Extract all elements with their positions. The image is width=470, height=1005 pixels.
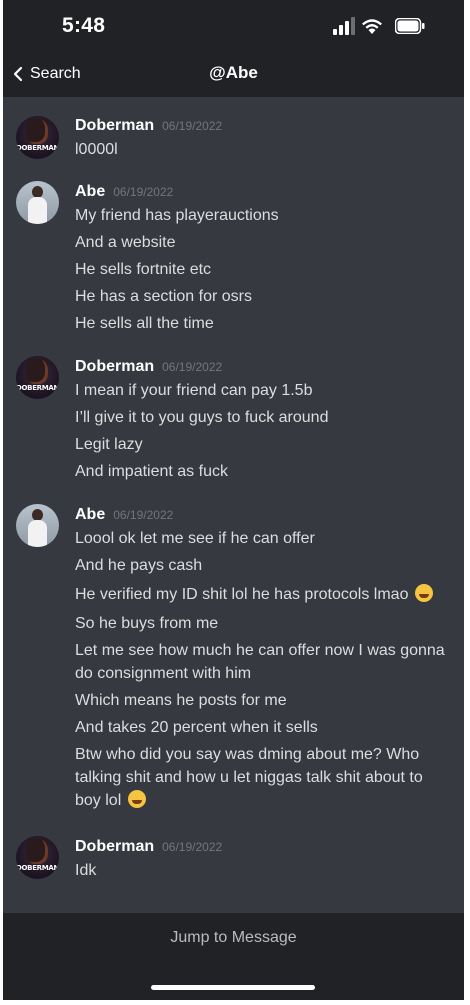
message-text: Loool ok let me see if he can offer xyxy=(75,530,315,547)
avatar-text: DOBERMAN xyxy=(16,144,59,152)
message-timestamp: 06/19/2022 xyxy=(162,119,223,133)
message-timestamp: 06/19/2022 xyxy=(113,185,174,199)
message-text: Idk xyxy=(75,862,97,879)
doberman-icon xyxy=(26,839,48,864)
message-text: I’ll give it to you guys to fuck around xyxy=(75,409,329,426)
avatar[interactable] xyxy=(16,504,59,547)
author-name[interactable]: Abe 06/19/2022 xyxy=(75,183,173,201)
message-timestamp: 06/19/2022 xyxy=(162,840,223,854)
message-text: And he pays cash xyxy=(75,557,203,574)
author-name[interactable]: Abe 06/19/2022 xyxy=(75,506,173,524)
doberman-icon xyxy=(26,119,48,144)
laughing-emoji-icon xyxy=(127,790,146,808)
author-name[interactable]: Doberman 06/19/2022 xyxy=(75,838,222,856)
cellular-signal-icon xyxy=(333,17,355,35)
message-text: He verified my ID shit lol he has protoc… xyxy=(75,583,450,606)
message-text: l0000l xyxy=(75,141,118,158)
message-text: He sells all the time xyxy=(75,315,214,332)
rofl-emoji-icon xyxy=(414,584,433,602)
message-text: And a website xyxy=(75,234,176,251)
message-text: Let me see how much he can offer now I w… xyxy=(75,642,445,682)
message-text: Legit lazy xyxy=(75,436,143,453)
status-time: 5:48 xyxy=(62,14,106,37)
avatar[interactable] xyxy=(16,181,59,224)
author-name[interactable]: Doberman 06/19/2022 xyxy=(75,117,222,135)
avatar[interactable]: DOBERMAN xyxy=(16,116,59,159)
message-text: And impatient as fuck xyxy=(75,463,228,480)
message-text: He has a section for osrs xyxy=(75,288,252,305)
doberman-icon xyxy=(26,359,48,384)
message-text: Which means he posts for me xyxy=(75,692,287,709)
dm-screen: 5:48 Search @Abe DOBERMAN Doberman 06/19… xyxy=(3,0,464,1000)
message-text: Btw who did you say was dming about me? … xyxy=(75,746,423,809)
message-text: He sells fortnite etc xyxy=(75,261,212,278)
message-text: So he buys from me xyxy=(75,615,219,632)
message-text: And takes 20 percent when it sells xyxy=(75,719,318,736)
conversation-title: @Abe xyxy=(209,63,258,82)
wifi-icon xyxy=(362,19,382,34)
message-text: My friend has playerauctions xyxy=(75,207,279,224)
top-bar: 5:48 Search @Abe xyxy=(3,0,464,97)
avatar-text: DOBERMAN xyxy=(16,864,59,872)
bottom-bar: Jump to Message xyxy=(3,913,464,1000)
battery-icon xyxy=(395,18,425,34)
home-indicator[interactable] xyxy=(151,985,315,990)
avatar[interactable]: DOBERMAN xyxy=(16,836,59,879)
avatar-text: DOBERMAN xyxy=(16,384,59,392)
message-text: I mean if your friend can pay 1.5b xyxy=(75,382,313,399)
message-timestamp: 06/19/2022 xyxy=(113,508,174,522)
avatar[interactable]: DOBERMAN xyxy=(16,356,59,399)
message-timestamp: 06/19/2022 xyxy=(162,360,223,374)
jump-to-message-button[interactable]: Jump to Message xyxy=(3,929,464,947)
author-name[interactable]: Doberman 06/19/2022 xyxy=(75,358,222,376)
